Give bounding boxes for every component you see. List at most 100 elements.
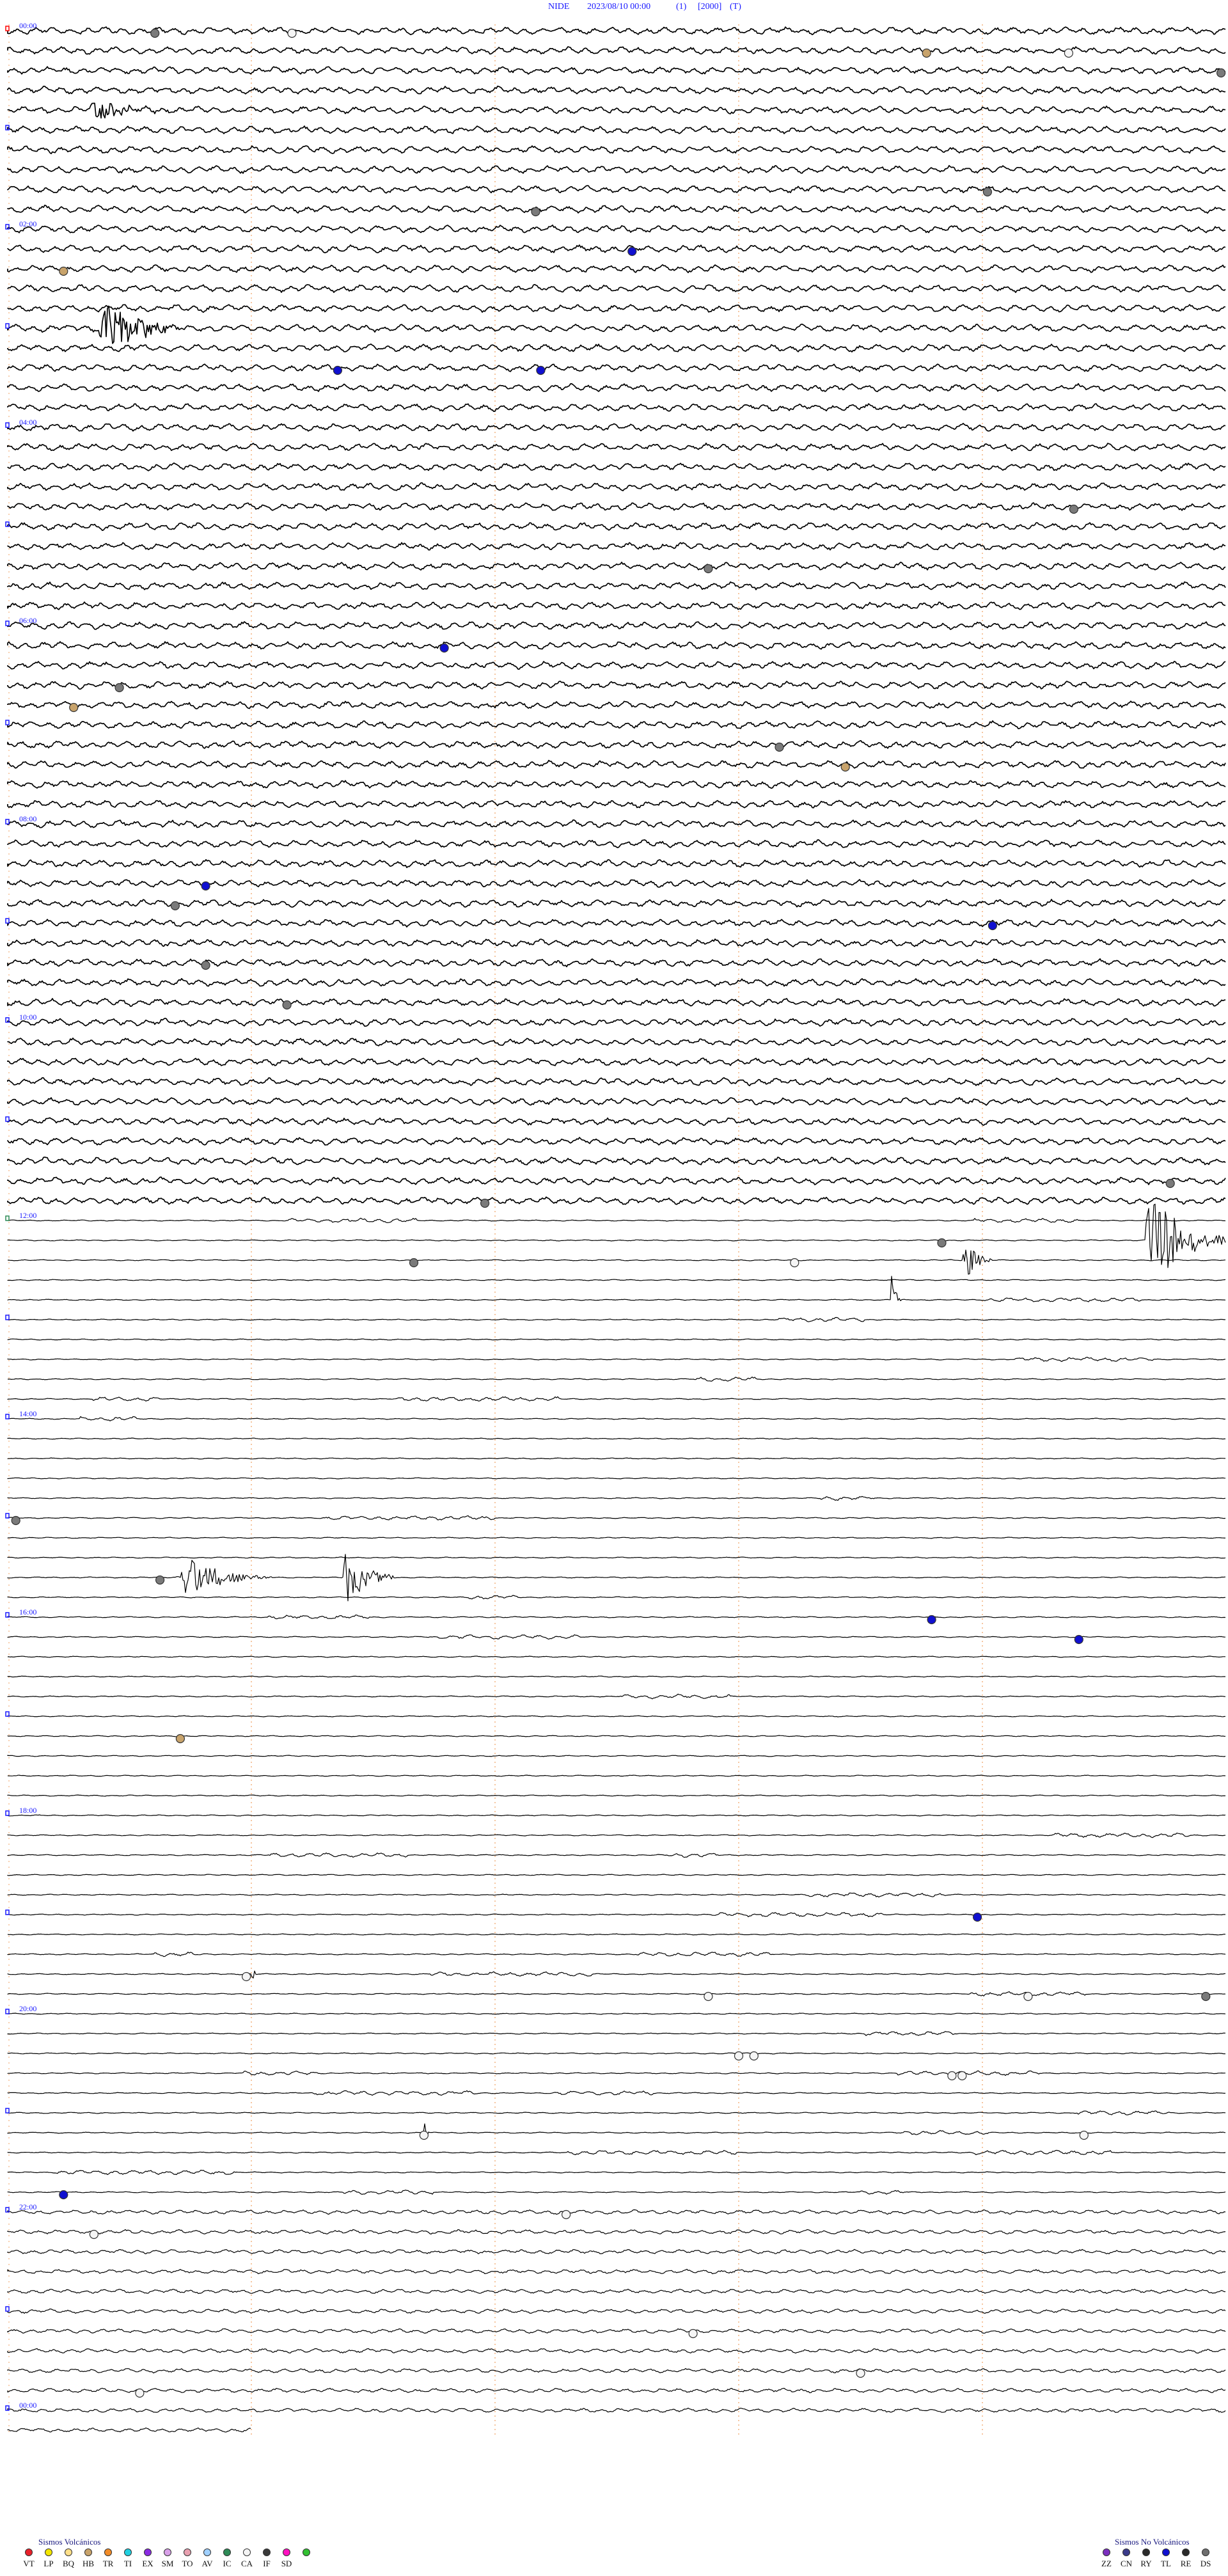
trace-row — [7, 1077, 1226, 1087]
trace-row — [7, 1892, 1226, 1898]
trace-row — [7, 1537, 1225, 1539]
legend-color-dot — [25, 2548, 33, 2556]
legend-code-label: DS — [1200, 2559, 1211, 2568]
legend-non-volcanic-title: Sismos No Volcánicos — [1115, 2537, 1190, 2547]
trace-row — [7, 1933, 1226, 1936]
row-start-marker — [5, 1116, 10, 1122]
trace-row — [7, 283, 1226, 294]
trace-row — [7, 204, 1226, 214]
trace-row — [7, 1735, 1226, 1737]
event-marker-tl — [972, 1912, 982, 1922]
trace-row — [7, 423, 1226, 432]
trace-row — [7, 1437, 1225, 1440]
trace-row — [7, 2070, 1225, 2076]
trace-row — [7, 2149, 1226, 2155]
trace-row — [7, 462, 1226, 472]
legend-color-dot — [1202, 2548, 1209, 2556]
legend-color-dot — [65, 2548, 72, 2556]
trace-row — [7, 1017, 1226, 1027]
trace-row — [7, 1814, 1226, 1817]
legend-color-dot — [243, 2548, 251, 2556]
trace-row — [7, 2209, 1226, 2215]
legend-code-label: TI — [123, 2559, 132, 2568]
event-marker-ex — [775, 742, 784, 752]
trace-row — [7, 1137, 1226, 1146]
event-marker-ic — [242, 1972, 251, 1982]
event-marker-hb — [840, 762, 850, 772]
trace-row — [7, 125, 1226, 134]
legend-code-label: ZZ — [1101, 2559, 1112, 2568]
event-marker-ex — [480, 1198, 490, 1208]
trace-row — [7, 2288, 1225, 2295]
trace-row — [7, 164, 1226, 174]
event-marker-ic — [89, 2229, 98, 2240]
trace-row — [7, 2248, 1226, 2254]
trace-row — [7, 2308, 1226, 2314]
hour-label: 10:00 — [19, 1013, 36, 1022]
trace-row — [7, 938, 1226, 947]
trace-row — [7, 681, 1226, 690]
volcanic-legend-item: BQ — [59, 2548, 78, 2574]
event-marker-tl — [627, 246, 637, 257]
trace-row — [7, 661, 1226, 670]
trace-row — [7, 1496, 1226, 1501]
row-start-marker — [5, 2009, 10, 2014]
trace-row — [7, 1970, 1226, 1979]
legend-code-label: RE — [1180, 2559, 1192, 2568]
trace-row — [7, 780, 1226, 789]
event-marker-ex — [150, 28, 160, 38]
trace-row — [7, 66, 1226, 75]
trace-row — [7, 739, 1226, 749]
trace-row — [7, 305, 1226, 344]
volcanic-legend-item: SM — [158, 2548, 177, 2574]
trace-row — [7, 2190, 1226, 2195]
volcanic-legend-item: VT — [19, 2548, 38, 2574]
legend-code-label: VT — [23, 2559, 35, 2568]
trace-row — [7, 1615, 1226, 1620]
non-volcanic-legend-item: ZZ — [1097, 2548, 1116, 2574]
legend-code-label: SD — [281, 2559, 292, 2568]
trace-row — [7, 1833, 1226, 1838]
trace-row — [7, 2012, 1226, 2015]
volcanic-legend-item: LP — [39, 2548, 58, 2574]
trace-row — [7, 363, 1226, 372]
trace-row — [7, 1874, 1226, 1876]
non-volcanic-legend-item: RY — [1137, 2548, 1156, 2574]
trace-row — [7, 1556, 1226, 1559]
event-marker-ic — [749, 2051, 759, 2061]
trace-row — [7, 1774, 1226, 1777]
trace-row — [7, 1203, 1226, 1268]
hour-label: 08:00 — [19, 814, 36, 823]
trace-row — [7, 2427, 251, 2433]
hour-label: 14:00 — [19, 1409, 36, 1418]
trace-row — [7, 700, 1226, 709]
event-marker-tl — [927, 1615, 936, 1625]
volcanic-legend-item: IC — [217, 2548, 237, 2574]
legend-code-label: AV — [201, 2559, 213, 2568]
event-marker-ic — [957, 2071, 967, 2081]
legend-color-dot — [164, 2548, 171, 2556]
trace-row — [8, 1377, 1226, 1382]
legend-code-label: TO — [182, 2559, 193, 2568]
trace-row — [7, 244, 1226, 253]
volcanic-legend-item: EX — [138, 2548, 157, 2574]
trace-row — [7, 641, 1226, 650]
hour-label: 18:00 — [19, 1806, 36, 1815]
volcanic-legend-item: IF — [257, 2548, 276, 2574]
seismic-traces — [7, 26, 1226, 2433]
event-marker-ex — [531, 207, 540, 217]
trace-row — [7, 1357, 1226, 1363]
row-start-marker — [5, 323, 10, 329]
trace-row — [7, 2328, 1226, 2334]
legend-volcanic: Sismos Volcánicos VT LP BQ HB TR TI EX SM TO AV IC… — [19, 2537, 320, 2576]
trace-row — [7, 1634, 1226, 1640]
legend-color-dot — [1142, 2548, 1150, 2556]
hour-label: 02:00 — [19, 219, 36, 228]
trace-row — [7, 1157, 1226, 1166]
trace-row — [7, 800, 1226, 809]
trace-row — [7, 998, 1226, 1007]
legend-code-label: BQ — [62, 2559, 75, 2568]
event-marker-tl — [201, 881, 210, 891]
trace-row — [7, 522, 1226, 532]
legend-color-dot — [184, 2548, 191, 2556]
